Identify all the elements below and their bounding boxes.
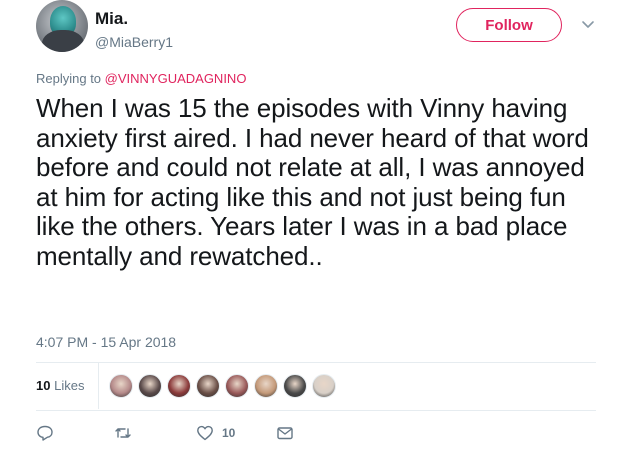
likes-label: Likes: [54, 378, 85, 393]
likes-number: 10: [36, 378, 51, 393]
like-count: 10: [222, 426, 236, 440]
liker-avatar-2[interactable]: [138, 374, 162, 398]
avatar[interactable]: [36, 0, 88, 52]
reply-button[interactable]: [36, 424, 54, 442]
reply-icon: [37, 425, 53, 441]
divider: [36, 362, 596, 363]
chevron-down-icon[interactable]: [580, 16, 596, 32]
divider: [36, 410, 596, 411]
liker-avatar-3[interactable]: [167, 374, 191, 398]
tweet-text: When I was 15 the episodes with Vinny ha…: [36, 93, 589, 271]
display-name[interactable]: Mia.: [95, 9, 128, 29]
retweet-icon: [115, 428, 131, 438]
liker-avatar-5[interactable]: [225, 374, 249, 398]
follow-button[interactable]: Follow: [456, 8, 562, 42]
liker-avatar-7[interactable]: [283, 374, 307, 398]
like-button[interactable]: 10: [196, 424, 235, 442]
reply-mention-link[interactable]: @VINNYGUADAGNINO: [105, 71, 247, 86]
reply-context: Replying to @VINNYGUADAGNINO: [36, 71, 246, 86]
likes-count[interactable]: 10 Likes: [36, 378, 84, 393]
liker-avatar-8[interactable]: [312, 374, 336, 398]
liker-avatars: [109, 374, 341, 398]
retweet-button[interactable]: [114, 424, 132, 442]
likes-separator: [98, 363, 99, 409]
direct-message-button[interactable]: [276, 424, 294, 442]
avatar-body: [42, 30, 84, 52]
tweet-timestamp[interactable]: 4:07 PM - 15 Apr 2018: [36, 334, 176, 350]
tweet-actions: 10: [36, 424, 336, 444]
reply-prefix: Replying to: [36, 71, 105, 86]
liker-avatar-1[interactable]: [109, 374, 133, 398]
liker-avatar-6[interactable]: [254, 374, 278, 398]
liker-avatar-4[interactable]: [196, 374, 220, 398]
heart-icon: [197, 425, 213, 441]
envelope-icon: [277, 427, 293, 440]
user-handle[interactable]: @MiaBerry1: [95, 34, 173, 50]
